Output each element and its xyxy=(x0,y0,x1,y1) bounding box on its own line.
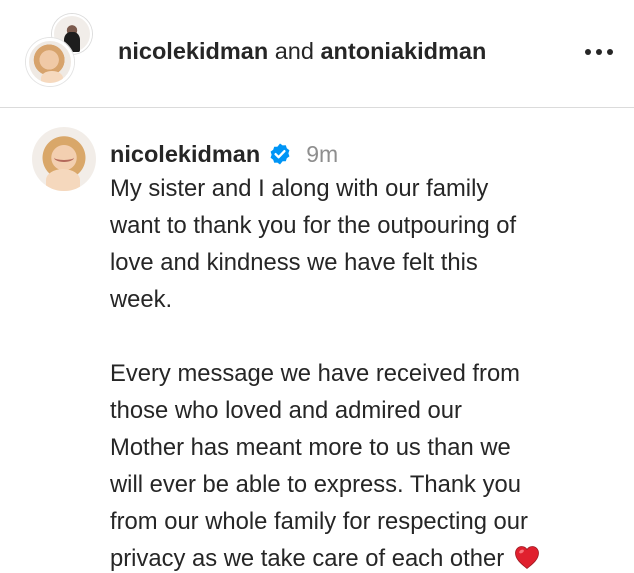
header-username-one[interactable]: nicolekidman xyxy=(118,38,268,64)
post-timestamp[interactable]: 9m xyxy=(306,141,338,168)
caption-paragraph-2: Every message we have received from thos… xyxy=(110,360,528,572)
avatar-nicolekidman[interactable] xyxy=(26,38,74,86)
heart-shape xyxy=(514,546,539,570)
caption-paragraph-1: My sister and I along with our family wa… xyxy=(110,175,517,313)
collab-avatars[interactable] xyxy=(26,14,94,86)
more-dot xyxy=(585,49,591,55)
post-caption: My sister and I along with our family wa… xyxy=(110,170,620,573)
header-divider xyxy=(0,107,634,108)
heart-emoji-icon xyxy=(514,546,539,570)
header-joiner: and xyxy=(274,38,314,64)
collab-title: nicolekidman and antoniakidman xyxy=(118,36,486,66)
more-options-icon[interactable] xyxy=(581,42,617,62)
header-username-two[interactable]: antoniakidman xyxy=(320,38,486,64)
post-meta: nicolekidman 9m xyxy=(110,138,338,170)
more-dot xyxy=(596,49,602,55)
more-dot xyxy=(607,49,613,55)
verified-badge-icon xyxy=(270,143,290,165)
post-header: nicolekidman and antoniakidman xyxy=(0,0,634,107)
post-author-avatar[interactable] xyxy=(32,127,96,191)
verified-badge-shape xyxy=(270,143,290,165)
post-username[interactable]: nicolekidman xyxy=(110,141,260,168)
